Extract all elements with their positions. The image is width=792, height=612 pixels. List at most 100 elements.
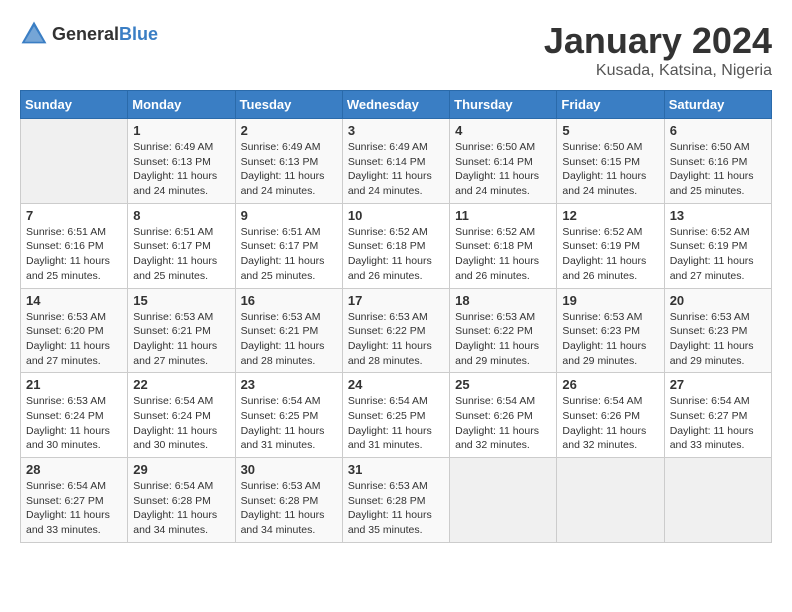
day-info: Sunrise: 6:54 AM Sunset: 6:25 PM Dayligh… — [348, 394, 444, 453]
day-info: Sunrise: 6:53 AM Sunset: 6:21 PM Dayligh… — [133, 310, 229, 369]
day-number: 18 — [455, 293, 551, 308]
calendar-cell — [557, 458, 664, 543]
logo-blue-text: Blue — [119, 24, 158, 44]
calendar-cell: 20 Sunrise: 6:53 AM Sunset: 6:23 PM Dayli… — [664, 288, 771, 373]
calendar-cell — [450, 458, 557, 543]
day-number: 4 — [455, 123, 551, 138]
day-number: 5 — [562, 123, 658, 138]
calendar-cell: 19 Sunrise: 6:53 AM Sunset: 6:23 PM Dayli… — [557, 288, 664, 373]
day-number: 23 — [241, 377, 337, 392]
day-number: 3 — [348, 123, 444, 138]
day-info: Sunrise: 6:53 AM Sunset: 6:23 PM Dayligh… — [562, 310, 658, 369]
calendar-cell: 17Sunrise: 6:53 AM Sunset: 6:22 PM Dayli… — [342, 288, 449, 373]
calendar-cell: 31Sunrise: 6:53 AM Sunset: 6:28 PM Dayli… — [342, 458, 449, 543]
week-row-2: 7 Sunrise: 6:51 AM Sunset: 6:16 PM Daylig… — [21, 203, 772, 288]
day-info: Sunrise: 6:53 AM Sunset: 6:23 PM Dayligh… — [670, 310, 766, 369]
day-info: Sunrise: 6:52 AM Sunset: 6:19 PM Dayligh… — [562, 225, 658, 284]
day-number: 22 — [133, 377, 229, 392]
logo: GeneralBlue — [20, 20, 158, 48]
calendar-cell: 26Sunrise: 6:54 AM Sunset: 6:26 PM Dayli… — [557, 373, 664, 458]
weekday-header-row: SundayMondayTuesdayWednesdayThursdayFrid… — [21, 91, 772, 119]
day-number: 15 — [133, 293, 229, 308]
day-info: Sunrise: 6:53 AM Sunset: 6:20 PM Dayligh… — [26, 310, 122, 369]
week-row-3: 14 Sunrise: 6:53 AM Sunset: 6:20 PM Dayli… — [21, 288, 772, 373]
day-number: 16 — [241, 293, 337, 308]
calendar-cell: 28Sunrise: 6:54 AM Sunset: 6:27 PM Dayli… — [21, 458, 128, 543]
day-info: Sunrise: 6:51 AM Sunset: 6:17 PM Dayligh… — [241, 225, 337, 284]
weekday-header-monday: Monday — [128, 91, 235, 119]
day-info: Sunrise: 6:49 AM Sunset: 6:14 PM Dayligh… — [348, 140, 444, 199]
day-info: Sunrise: 6:53 AM Sunset: 6:21 PM Dayligh… — [241, 310, 337, 369]
day-number: 31 — [348, 462, 444, 477]
calendar-cell: 8 Sunrise: 6:51 AM Sunset: 6:17 PM Daylig… — [128, 203, 235, 288]
weekday-header-friday: Friday — [557, 91, 664, 119]
page-header: GeneralBlue January 2024 Kusada, Katsina… — [20, 20, 772, 80]
day-info: Sunrise: 6:54 AM Sunset: 6:26 PM Dayligh… — [562, 394, 658, 453]
calendar-cell: 3 Sunrise: 6:49 AM Sunset: 6:14 PM Daylig… — [342, 119, 449, 204]
calendar-cell: 21 Sunrise: 6:53 AM Sunset: 6:24 PM Dayli… — [21, 373, 128, 458]
week-row-5: 28Sunrise: 6:54 AM Sunset: 6:27 PM Dayli… — [21, 458, 772, 543]
day-number: 9 — [241, 208, 337, 223]
day-info: Sunrise: 6:52 AM Sunset: 6:18 PM Dayligh… — [348, 225, 444, 284]
day-number: 14 — [26, 293, 122, 308]
calendar-cell: 24 Sunrise: 6:54 AM Sunset: 6:25 PM Dayli… — [342, 373, 449, 458]
logo-icon — [20, 20, 48, 48]
day-info: Sunrise: 6:53 AM Sunset: 6:28 PM Dayligh… — [241, 479, 337, 538]
calendar-cell: 23 Sunrise: 6:54 AM Sunset: 6:25 PM Dayli… — [235, 373, 342, 458]
calendar-cell: 14 Sunrise: 6:53 AM Sunset: 6:20 PM Dayli… — [21, 288, 128, 373]
month-title: January 2024 — [544, 20, 772, 62]
day-number: 24 — [348, 377, 444, 392]
day-number: 11 — [455, 208, 551, 223]
calendar-cell: 22 Sunrise: 6:54 AM Sunset: 6:24 PM Dayli… — [128, 373, 235, 458]
weekday-header-saturday: Saturday — [664, 91, 771, 119]
day-number: 8 — [133, 208, 229, 223]
day-number: 6 — [670, 123, 766, 138]
week-row-1: 1Sunrise: 6:49 AM Sunset: 6:13 PM Daylig… — [21, 119, 772, 204]
day-number: 28 — [26, 462, 122, 477]
day-number: 12 — [562, 208, 658, 223]
calendar-cell — [664, 458, 771, 543]
logo-general-text: General — [52, 24, 119, 44]
calendar-cell: 18 Sunrise: 6:53 AM Sunset: 6:22 PM Dayli… — [450, 288, 557, 373]
day-number: 17 — [348, 293, 444, 308]
week-row-4: 21 Sunrise: 6:53 AM Sunset: 6:24 PM Dayli… — [21, 373, 772, 458]
day-info: Sunrise: 6:52 AM Sunset: 6:19 PM Dayligh… — [670, 225, 766, 284]
day-info: Sunrise: 6:51 AM Sunset: 6:17 PM Dayligh… — [133, 225, 229, 284]
day-number: 7 — [26, 208, 122, 223]
weekday-header-sunday: Sunday — [21, 91, 128, 119]
day-number: 21 — [26, 377, 122, 392]
calendar-cell: 6 Sunrise: 6:50 AM Sunset: 6:16 PM Daylig… — [664, 119, 771, 204]
day-number: 30 — [241, 462, 337, 477]
calendar-cell: 27Sunrise: 6:54 AM Sunset: 6:27 PM Dayli… — [664, 373, 771, 458]
day-number: 19 — [562, 293, 658, 308]
day-number: 2 — [241, 123, 337, 138]
calendar-cell: 9 Sunrise: 6:51 AM Sunset: 6:17 PM Daylig… — [235, 203, 342, 288]
calendar-cell: 15 Sunrise: 6:53 AM Sunset: 6:21 PM Dayli… — [128, 288, 235, 373]
title-block: January 2024 Kusada, Katsina, Nigeria — [544, 20, 772, 80]
location-title: Kusada, Katsina, Nigeria — [544, 62, 772, 80]
weekday-header-wednesday: Wednesday — [342, 91, 449, 119]
day-info: Sunrise: 6:54 AM Sunset: 6:25 PM Dayligh… — [241, 394, 337, 453]
calendar-cell: 30 Sunrise: 6:53 AM Sunset: 6:28 PM Dayli… — [235, 458, 342, 543]
calendar-cell: 25Sunrise: 6:54 AM Sunset: 6:26 PM Dayli… — [450, 373, 557, 458]
calendar-cell: 5 Sunrise: 6:50 AM Sunset: 6:15 PM Daylig… — [557, 119, 664, 204]
calendar-cell: 13Sunrise: 6:52 AM Sunset: 6:19 PM Dayli… — [664, 203, 771, 288]
day-info: Sunrise: 6:51 AM Sunset: 6:16 PM Dayligh… — [26, 225, 122, 284]
calendar-cell: 11 Sunrise: 6:52 AM Sunset: 6:18 PM Dayli… — [450, 203, 557, 288]
calendar-cell: 7 Sunrise: 6:51 AM Sunset: 6:16 PM Daylig… — [21, 203, 128, 288]
weekday-header-tuesday: Tuesday — [235, 91, 342, 119]
weekday-header-thursday: Thursday — [450, 91, 557, 119]
day-info: Sunrise: 6:54 AM Sunset: 6:28 PM Dayligh… — [133, 479, 229, 538]
day-info: Sunrise: 6:50 AM Sunset: 6:16 PM Dayligh… — [670, 140, 766, 199]
calendar-cell: 1Sunrise: 6:49 AM Sunset: 6:13 PM Daylig… — [128, 119, 235, 204]
day-info: Sunrise: 6:50 AM Sunset: 6:15 PM Dayligh… — [562, 140, 658, 199]
day-info: Sunrise: 6:50 AM Sunset: 6:14 PM Dayligh… — [455, 140, 551, 199]
day-number: 29 — [133, 462, 229, 477]
day-info: Sunrise: 6:49 AM Sunset: 6:13 PM Dayligh… — [133, 140, 229, 199]
day-info: Sunrise: 6:53 AM Sunset: 6:24 PM Dayligh… — [26, 394, 122, 453]
day-number: 20 — [670, 293, 766, 308]
day-info: Sunrise: 6:54 AM Sunset: 6:24 PM Dayligh… — [133, 394, 229, 453]
day-info: Sunrise: 6:52 AM Sunset: 6:18 PM Dayligh… — [455, 225, 551, 284]
day-info: Sunrise: 6:53 AM Sunset: 6:22 PM Dayligh… — [455, 310, 551, 369]
day-info: Sunrise: 6:49 AM Sunset: 6:13 PM Dayligh… — [241, 140, 337, 199]
